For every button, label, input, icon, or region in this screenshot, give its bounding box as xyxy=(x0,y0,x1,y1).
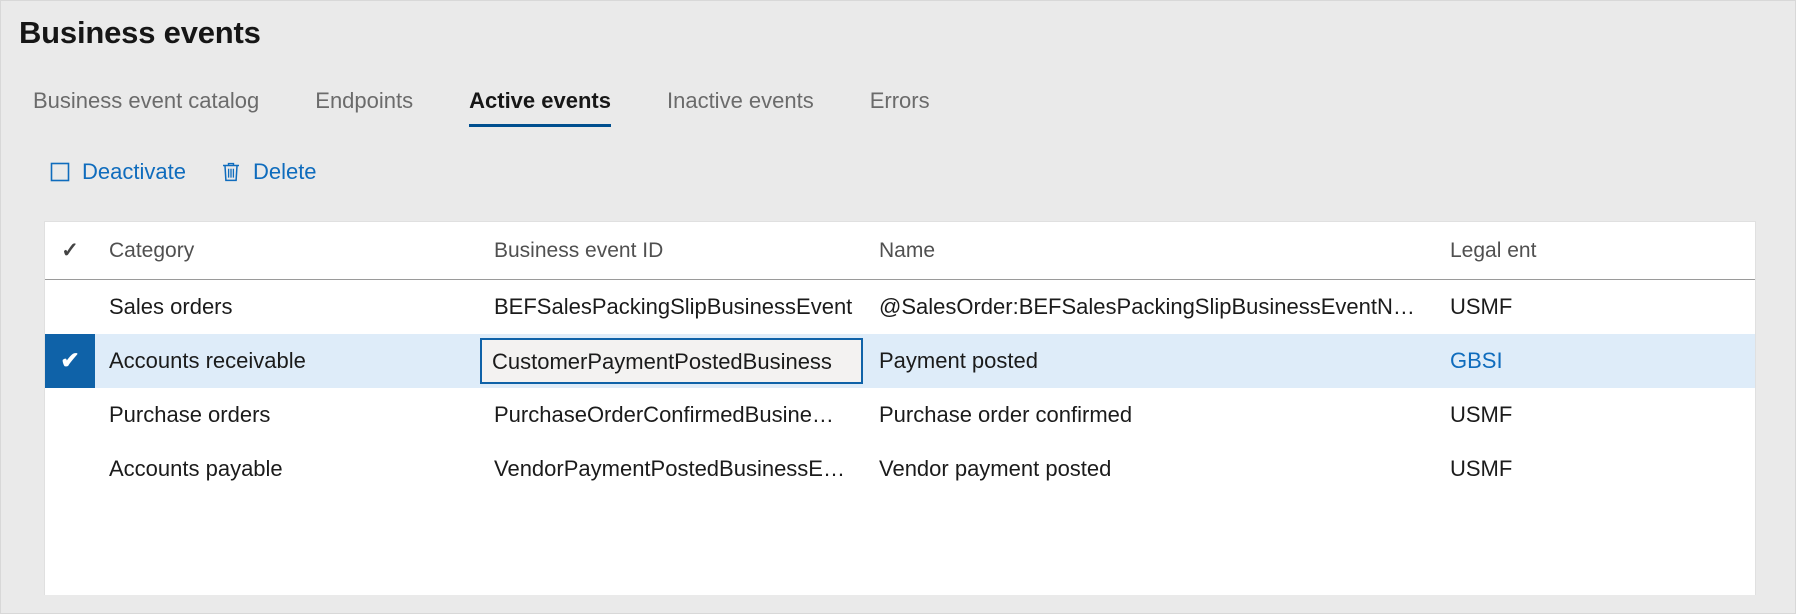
cell-business-event-id-text: BEFSalesPackingSlipBusinessEvent xyxy=(494,294,853,319)
deactivate-label: Deactivate xyxy=(82,159,186,184)
cell-name-text: Purchase order confirmed xyxy=(879,402,1133,427)
column-header-business-event-id[interactable]: Business event ID xyxy=(480,222,865,280)
tab-label: Inactive events xyxy=(666,88,814,113)
cell-legal-entity-text: USMF xyxy=(1450,402,1513,427)
cell-name-text: Vendor payment posted xyxy=(879,456,1112,481)
tab-active-events[interactable]: Active events xyxy=(469,87,639,127)
row-select-cell[interactable]: ✔ xyxy=(45,334,95,388)
cell-category-text: Accounts receivable xyxy=(109,348,306,373)
tab-endpoints[interactable]: Endpoints xyxy=(315,87,441,127)
delete-button[interactable]: Delete xyxy=(220,159,317,185)
cell-legal-entity-text: USMF xyxy=(1450,456,1513,481)
business-events-page: Business events Business event catalog En… xyxy=(0,0,1796,614)
cell-category[interactable]: Sales orders xyxy=(95,279,480,334)
cell-business-event-id-text: PurchaseOrderConfirmedBusine… xyxy=(494,402,834,427)
tab-label: Business event catalog xyxy=(33,88,260,113)
cell-legal-entity[interactable]: USMF xyxy=(1440,442,1755,496)
table-row[interactable]: Sales orders BEFSalesPackingSlipBusinessE… xyxy=(45,279,1755,334)
action-toolbar: Deactivate Delete xyxy=(49,159,317,185)
tab-label: Errors xyxy=(869,88,930,113)
cell-category-text: Purchase orders xyxy=(109,402,271,427)
tab-label: Endpoints xyxy=(315,88,414,113)
tab-business-event-catalog[interactable]: Business event catalog xyxy=(33,87,287,127)
column-header-category-label: Category xyxy=(109,238,195,262)
cell-business-event-id-text: VendorPaymentPostedBusinessE… xyxy=(494,456,845,481)
grid-header: ✓ Category Business event ID Name Legal … xyxy=(45,222,1755,280)
column-header-name[interactable]: Name xyxy=(865,222,1440,280)
row-select-cell[interactable] xyxy=(45,279,95,334)
cell-business-event-id[interactable]: PurchaseOrderConfirmedBusine… xyxy=(480,388,865,442)
cell-name-text: Payment posted xyxy=(879,348,1038,373)
table-row[interactable]: Purchase orders PurchaseOrderConfirmedBus… xyxy=(45,388,1755,442)
page-title: Business events xyxy=(19,15,261,50)
cell-category-text: Sales orders xyxy=(109,294,233,319)
checkmark-icon: ✓ xyxy=(61,238,79,262)
tabstrip: Business event catalog Endpoints Active ev… xyxy=(33,87,958,127)
cell-category[interactable]: Accounts payable xyxy=(95,442,480,496)
cell-business-event-id[interactable]: VendorPaymentPostedBusinessE… xyxy=(480,442,865,496)
column-header-name-label: Name xyxy=(879,238,936,262)
cell-name[interactable]: Vendor payment posted xyxy=(865,442,1440,496)
legal-entity-link[interactable]: GBSI xyxy=(1440,348,1755,374)
grid-body: Sales orders BEFSalesPackingSlipBusinessE… xyxy=(45,279,1755,496)
cell-category[interactable]: Accounts receivable xyxy=(95,334,480,388)
cell-category[interactable]: Purchase orders xyxy=(95,388,480,442)
column-header-category[interactable]: Category xyxy=(95,222,480,280)
deactivate-button[interactable]: Deactivate xyxy=(49,159,186,185)
events-grid: ✓ Category Business event ID Name Legal … xyxy=(45,222,1755,496)
business-event-id-input[interactable]: CustomerPaymentPostedBusiness xyxy=(480,338,863,384)
tab-errors[interactable]: Errors xyxy=(870,87,958,127)
table-row[interactable]: ✔ Accounts receivable CustomerPaymentPoste… xyxy=(45,334,1755,388)
select-all-header[interactable]: ✓ xyxy=(45,222,95,280)
cell-business-event-id[interactable]: CustomerPaymentPostedBusiness xyxy=(480,334,865,388)
cell-category-text: Accounts payable xyxy=(109,456,283,481)
events-grid-panel: ✓ Category Business event ID Name Legal … xyxy=(44,221,1756,595)
cell-legal-entity[interactable]: GBSI xyxy=(1440,334,1755,388)
grid-header-row: ✓ Category Business event ID Name Legal … xyxy=(45,222,1755,280)
cell-legal-entity[interactable]: USMF xyxy=(1440,279,1755,334)
table-row[interactable]: Accounts payable VendorPaymentPostedBusin… xyxy=(45,442,1755,496)
row-select-cell[interactable] xyxy=(45,388,95,442)
trash-icon xyxy=(220,161,242,183)
column-header-legal-entity[interactable]: Legal ent xyxy=(1440,222,1755,280)
column-header-legal-entity-label: Legal ent xyxy=(1450,238,1537,262)
tab-inactive-events[interactable]: Inactive events xyxy=(667,87,842,127)
cell-name[interactable]: Payment posted xyxy=(865,334,1440,388)
row-select-cell[interactable] xyxy=(45,442,95,496)
cell-business-event-id[interactable]: BEFSalesPackingSlipBusinessEvent xyxy=(480,279,865,334)
tab-label: Active events xyxy=(469,88,611,113)
cell-name[interactable]: Purchase order confirmed xyxy=(865,388,1440,442)
cell-legal-entity-text: USMF xyxy=(1450,294,1513,319)
cell-name-text: @SalesOrder:BEFSalesPackingSlipBusinessE… xyxy=(879,294,1415,319)
cell-legal-entity[interactable]: USMF xyxy=(1440,388,1755,442)
checkbox-empty-icon xyxy=(49,161,71,183)
delete-label: Delete xyxy=(252,159,317,184)
cell-name[interactable]: @SalesOrder:BEFSalesPackingSlipBusinessE… xyxy=(865,279,1440,334)
column-header-business-event-id-label: Business event ID xyxy=(494,238,664,262)
row-selected-checkmark-icon: ✔ xyxy=(60,347,80,373)
